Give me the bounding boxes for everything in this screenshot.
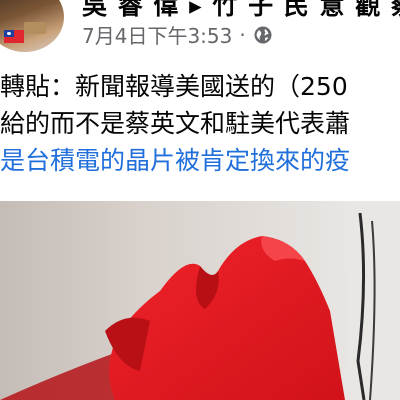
birthday-cake-icon — [24, 22, 46, 34]
hashtag-link[interactable]: 是台積電的晶片被肯定換來的疫 — [0, 142, 400, 179]
globe-icon[interactable] — [253, 25, 273, 45]
post-text-line: 給的而不是蔡英文和駐美代表蕭 — [0, 109, 351, 138]
post-date[interactable]: 7月4日下午3:53 — [82, 20, 232, 49]
author-name[interactable]: 吳 睿 偉 ▸ 竹 子 民 意 觀 察 站 — [82, 0, 400, 22]
flag-icon — [4, 30, 24, 43]
author-avatar[interactable] — [0, 0, 64, 52]
meta-separator: · — [239, 22, 246, 47]
post-meta: 7月4日下午3:53 · — [82, 20, 273, 49]
post-text: 轉貼：新聞報導美國送的（250 給的而不是蔡英文和駐美代表蕭 是台積電的晶片被肯… — [0, 68, 400, 179]
post-text-line: 轉貼：新聞報導美國送的（250 — [0, 72, 348, 101]
post-header: 吳 睿 偉 ▸ 竹 子 民 意 觀 察 站 7月4日下午3:53 · — [0, 0, 400, 56]
post-photo — [0, 201, 400, 400]
post-image[interactable] — [0, 201, 400, 400]
